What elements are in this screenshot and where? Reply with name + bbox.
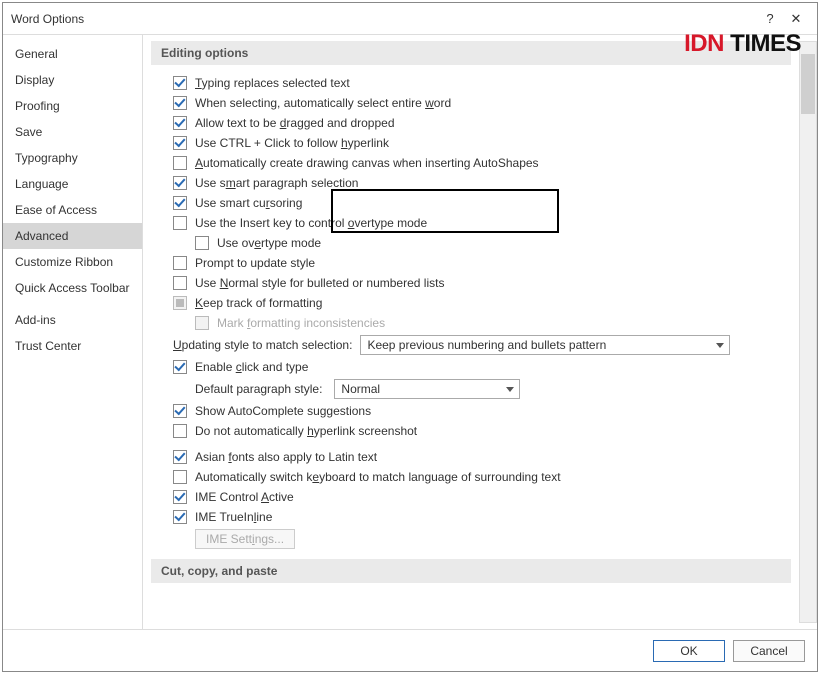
checkbox-icon[interactable] [173, 404, 187, 418]
opt-when-selecting[interactable]: When selecting, automatically select ent… [173, 93, 783, 113]
sidebar-item-save[interactable]: Save [3, 119, 142, 145]
cancel-button[interactable]: Cancel [733, 640, 805, 662]
editing-options-group: Typing replaces selected text When selec… [151, 71, 791, 559]
checkbox-icon[interactable] [173, 360, 187, 374]
window-title: Word Options [11, 12, 757, 26]
checkbox-icon[interactable] [195, 236, 209, 250]
sidebar-item-ease-of-access[interactable]: Ease of Access [3, 197, 142, 223]
opt-insert-key[interactable]: Use the Insert key to control overtype m… [173, 213, 783, 233]
opt-auto-switch-keyboard[interactable]: Automatically switch keyboard to match l… [173, 467, 783, 487]
word-options-dialog: Word Options ? ✕ General Display Proofin… [2, 2, 818, 672]
sidebar-item-general[interactable]: General [3, 41, 142, 67]
ime-settings-button: IME Settings... [195, 529, 295, 549]
checkbox-icon[interactable] [173, 176, 187, 190]
sidebar-item-customize-ribbon[interactable]: Customize Ribbon [3, 249, 142, 275]
opt-asian-fonts-latin[interactable]: Asian fonts also apply to Latin text [173, 447, 783, 467]
scrollbar[interactable] [799, 41, 817, 623]
opt-keep-track-formatting[interactable]: Keep track of formatting [173, 293, 783, 313]
sidebar-item-display[interactable]: Display [3, 67, 142, 93]
sidebar: General Display Proofing Save Typography… [3, 35, 143, 629]
checkbox-icon[interactable] [173, 116, 187, 130]
checkbox-icon[interactable] [173, 470, 187, 484]
checkbox-icon[interactable] [173, 96, 187, 110]
checkbox-icon[interactable] [173, 490, 187, 504]
checkbox-icon[interactable] [173, 256, 187, 270]
opt-typing-replaces[interactable]: Typing replaces selected text [173, 73, 783, 93]
scrollbar-thumb[interactable] [801, 54, 815, 114]
default-paragraph-select[interactable]: Normal [334, 379, 520, 399]
opt-overtype[interactable]: Use overtype mode [173, 233, 783, 253]
sidebar-item-proofing[interactable]: Proofing [3, 93, 142, 119]
opt-mark-formatting-inconsistencies: Mark formatting inconsistencies [173, 313, 783, 333]
sidebar-item-advanced[interactable]: Advanced [3, 223, 142, 249]
opt-default-paragraph-style: Default paragraph style: Normal [173, 377, 783, 401]
close-icon[interactable]: ✕ [783, 11, 809, 27]
opt-ime-trueinline[interactable]: IME TrueInline [173, 507, 783, 527]
section-editing-options: Editing options [151, 41, 791, 65]
opt-smart-paragraph[interactable]: Use smart paragraph selection [173, 173, 783, 193]
opt-allow-drag[interactable]: Allow text to be dragged and dropped [173, 113, 783, 133]
checkbox-icon[interactable] [173, 156, 187, 170]
opt-prompt-update-style[interactable]: Prompt to update style [173, 253, 783, 273]
sidebar-item-add-ins[interactable]: Add-ins [3, 307, 142, 333]
checkbox-icon [195, 316, 209, 330]
checkbox-icon[interactable] [173, 216, 187, 230]
section-cut-copy-paste: Cut, copy, and paste [151, 559, 791, 583]
checkbox-icon[interactable] [173, 450, 187, 464]
checkbox-icon[interactable] [173, 296, 187, 310]
opt-ctrl-click[interactable]: Use CTRL + Click to follow hyperlink [173, 133, 783, 153]
opt-no-auto-hyperlink[interactable]: Do not automatically hyperlink screensho… [173, 421, 783, 441]
opt-use-normal-style[interactable]: Use Normal style for bulleted or numbere… [173, 273, 783, 293]
opt-auto-canvas[interactable]: Automatically create drawing canvas when… [173, 153, 783, 173]
sidebar-item-quick-access-toolbar[interactable]: Quick Access Toolbar [3, 275, 142, 301]
main-panel: Editing options Typing replaces selected… [143, 35, 817, 629]
opt-show-autocomplete[interactable]: Show AutoComplete suggestions [173, 401, 783, 421]
ok-button[interactable]: OK [653, 640, 725, 662]
opt-ime-control-active[interactable]: IME Control Active [173, 487, 783, 507]
opt-enable-click-type[interactable]: Enable click and type [173, 357, 783, 377]
sidebar-item-trust-center[interactable]: Trust Center [3, 333, 142, 359]
opt-updating-style-selection: Updating style to match selection: Keep … [173, 333, 783, 357]
opt-ime-settings: IME Settings... [173, 527, 783, 551]
checkbox-icon[interactable] [173, 276, 187, 290]
titlebar: Word Options ? ✕ [3, 3, 817, 35]
dialog-body: General Display Proofing Save Typography… [3, 35, 817, 629]
opt-smart-cursoring[interactable]: Use smart cursoring [173, 193, 783, 213]
updating-style-select[interactable]: Keep previous numbering and bullets patt… [360, 335, 730, 355]
sidebar-item-typography[interactable]: Typography [3, 145, 142, 171]
dialog-footer: OK Cancel [3, 629, 817, 671]
sidebar-item-language[interactable]: Language [3, 171, 142, 197]
checkbox-icon[interactable] [173, 136, 187, 150]
checkbox-icon[interactable] [173, 510, 187, 524]
help-icon[interactable]: ? [757, 11, 783, 26]
checkbox-icon[interactable] [173, 76, 187, 90]
checkbox-icon[interactable] [173, 424, 187, 438]
checkbox-icon[interactable] [173, 196, 187, 210]
